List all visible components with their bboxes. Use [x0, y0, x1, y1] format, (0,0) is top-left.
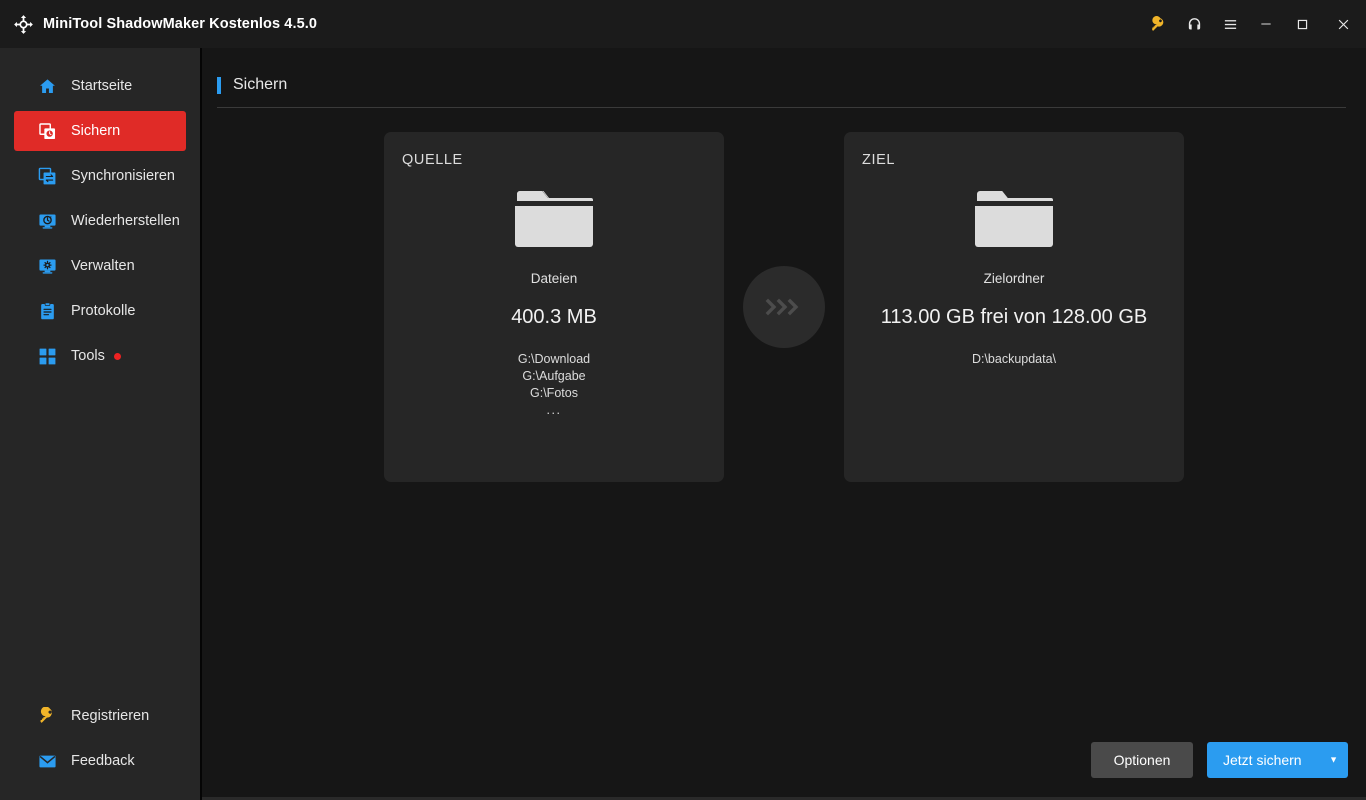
- source-card-size: 400.3 MB: [511, 306, 597, 328]
- key-icon: [36, 705, 58, 727]
- sidebar-item-wiederherstellen[interactable]: Wiederherstellen: [14, 201, 186, 241]
- sidebar-item-label: Feedback: [71, 753, 135, 769]
- destination-card-body: Zielordner 113.00 GB frei von 128.00 GB …: [862, 168, 1166, 462]
- triple-chevron-right-icon: [743, 266, 825, 348]
- sidebar: Startseite Sichern Synchronisieren Wiede…: [0, 48, 202, 800]
- sidebar-item-sichern[interactable]: Sichern: [14, 111, 186, 151]
- source-card-body: Dateien 400.3 MB G:\Download G:\Aufgabe …: [402, 168, 706, 462]
- sidebar-item-label: Verwalten: [71, 258, 135, 274]
- source-path: G:\Fotos: [530, 386, 578, 400]
- sidebar-item-tools[interactable]: Tools: [14, 336, 186, 376]
- source-paths-ellipsis: ...: [546, 403, 562, 417]
- transfer-connector: [724, 266, 844, 348]
- page-header: Sichern: [202, 48, 1366, 108]
- hamburger-menu-icon: [1224, 19, 1236, 29]
- sidebar-item-label: Startseite: [71, 78, 133, 94]
- sidebar-item-label: Wiederherstellen: [71, 213, 180, 229]
- tools-grid-icon: [36, 345, 58, 367]
- sync-icon: [36, 165, 58, 187]
- key-icon: [1151, 15, 1163, 31]
- app-title: MiniTool ShadowMaker Kostenlos 4.5.0: [43, 16, 318, 32]
- envelope-icon: [36, 750, 58, 772]
- home-icon: [36, 75, 58, 97]
- sidebar-item-protokolle[interactable]: Protokolle: [14, 291, 186, 331]
- sidebar-item-label: Sichern: [71, 123, 121, 139]
- sidebar-item-label: Protokolle: [71, 303, 136, 319]
- sidebar-item-registrieren[interactable]: Registrieren: [14, 696, 186, 736]
- destination-card-kind: Zielordner: [983, 271, 1045, 286]
- page-title: Sichern: [233, 76, 288, 93]
- headset-icon: [1188, 17, 1200, 29]
- source-card-label: QUELLE: [402, 152, 463, 168]
- folder-icon: [975, 186, 1053, 255]
- close-button[interactable]: [1320, 0, 1366, 48]
- close-icon: [1338, 19, 1348, 29]
- action-footer: Optionen Jetzt sichern ▼: [202, 742, 1366, 800]
- source-card[interactable]: QUELLE Dateien 400.3 MB G:\Download G:\A…: [384, 132, 724, 482]
- logs-icon: [36, 300, 58, 322]
- destination-card[interactable]: ZIEL Zielordner 113.00 GB frei von 128.0…: [844, 132, 1184, 482]
- title-bar: MiniTool ShadowMaker Kostenlos 4.5.0: [0, 0, 1366, 48]
- destination-card-capacity: 113.00 GB frei von 128.00 GB: [880, 306, 1148, 328]
- window-body: Startseite Sichern Synchronisieren Wiede…: [0, 48, 1366, 800]
- sidebar-item-label: Registrieren: [71, 708, 150, 724]
- sync-arrows-logo-icon: [12, 13, 34, 35]
- source-card-kind: Dateien: [530, 271, 578, 286]
- sidebar-item-synchronisieren[interactable]: Synchronisieren: [14, 156, 186, 196]
- source-path: G:\Download: [517, 352, 591, 366]
- page-title-accent-bar: [217, 76, 221, 94]
- license-key-button[interactable]: [1140, 0, 1176, 48]
- sidebar-item-feedback[interactable]: Feedback: [14, 741, 186, 781]
- menu-button[interactable]: [1212, 0, 1248, 48]
- backup-panels: QUELLE Dateien 400.3 MB G:\Download G:\A…: [384, 132, 1184, 482]
- support-button[interactable]: [1176, 0, 1212, 48]
- main-content: Sichern QUELLE Dateien 400.3 MB G:\Downl…: [202, 48, 1366, 800]
- source-path: G:\Aufgabe: [522, 369, 586, 383]
- sidebar-bottom-group: Registrieren Feedback: [0, 696, 200, 800]
- chevron-down-icon[interactable]: ▼: [1329, 755, 1338, 765]
- options-button[interactable]: Optionen: [1091, 742, 1193, 778]
- application-window: MiniTool ShadowMaker Kostenlos 4.5.0 Sta…: [0, 0, 1366, 800]
- source-card-paths: G:\Download G:\Aufgabe G:\Fotos ...: [518, 351, 590, 419]
- destination-card-path: D:\backupdata\: [971, 352, 1057, 366]
- manage-icon: [36, 255, 58, 277]
- backup-icon: [36, 120, 58, 142]
- minimize-icon: [1261, 23, 1271, 25]
- backup-now-button[interactable]: Jetzt sichern ▼: [1207, 742, 1348, 778]
- minimize-button[interactable]: [1248, 0, 1284, 48]
- restore-icon: [36, 210, 58, 232]
- sidebar-item-label: Synchronisieren: [71, 168, 175, 184]
- tools-notification-dot: [113, 352, 121, 360]
- maximize-button[interactable]: [1284, 0, 1320, 48]
- folder-icon: [515, 186, 593, 255]
- backup-now-label: Jetzt sichern: [1223, 752, 1302, 768]
- maximize-icon: [1297, 19, 1307, 29]
- sidebar-item-verwalten[interactable]: Verwalten: [14, 246, 186, 286]
- destination-card-label: ZIEL: [862, 152, 896, 168]
- backup-panel-area: QUELLE Dateien 400.3 MB G:\Download G:\A…: [202, 108, 1366, 742]
- page-header-inner: Sichern: [217, 76, 1346, 108]
- sidebar-item-label: Tools: [71, 348, 105, 364]
- sidebar-item-startseite[interactable]: Startseite: [14, 66, 186, 106]
